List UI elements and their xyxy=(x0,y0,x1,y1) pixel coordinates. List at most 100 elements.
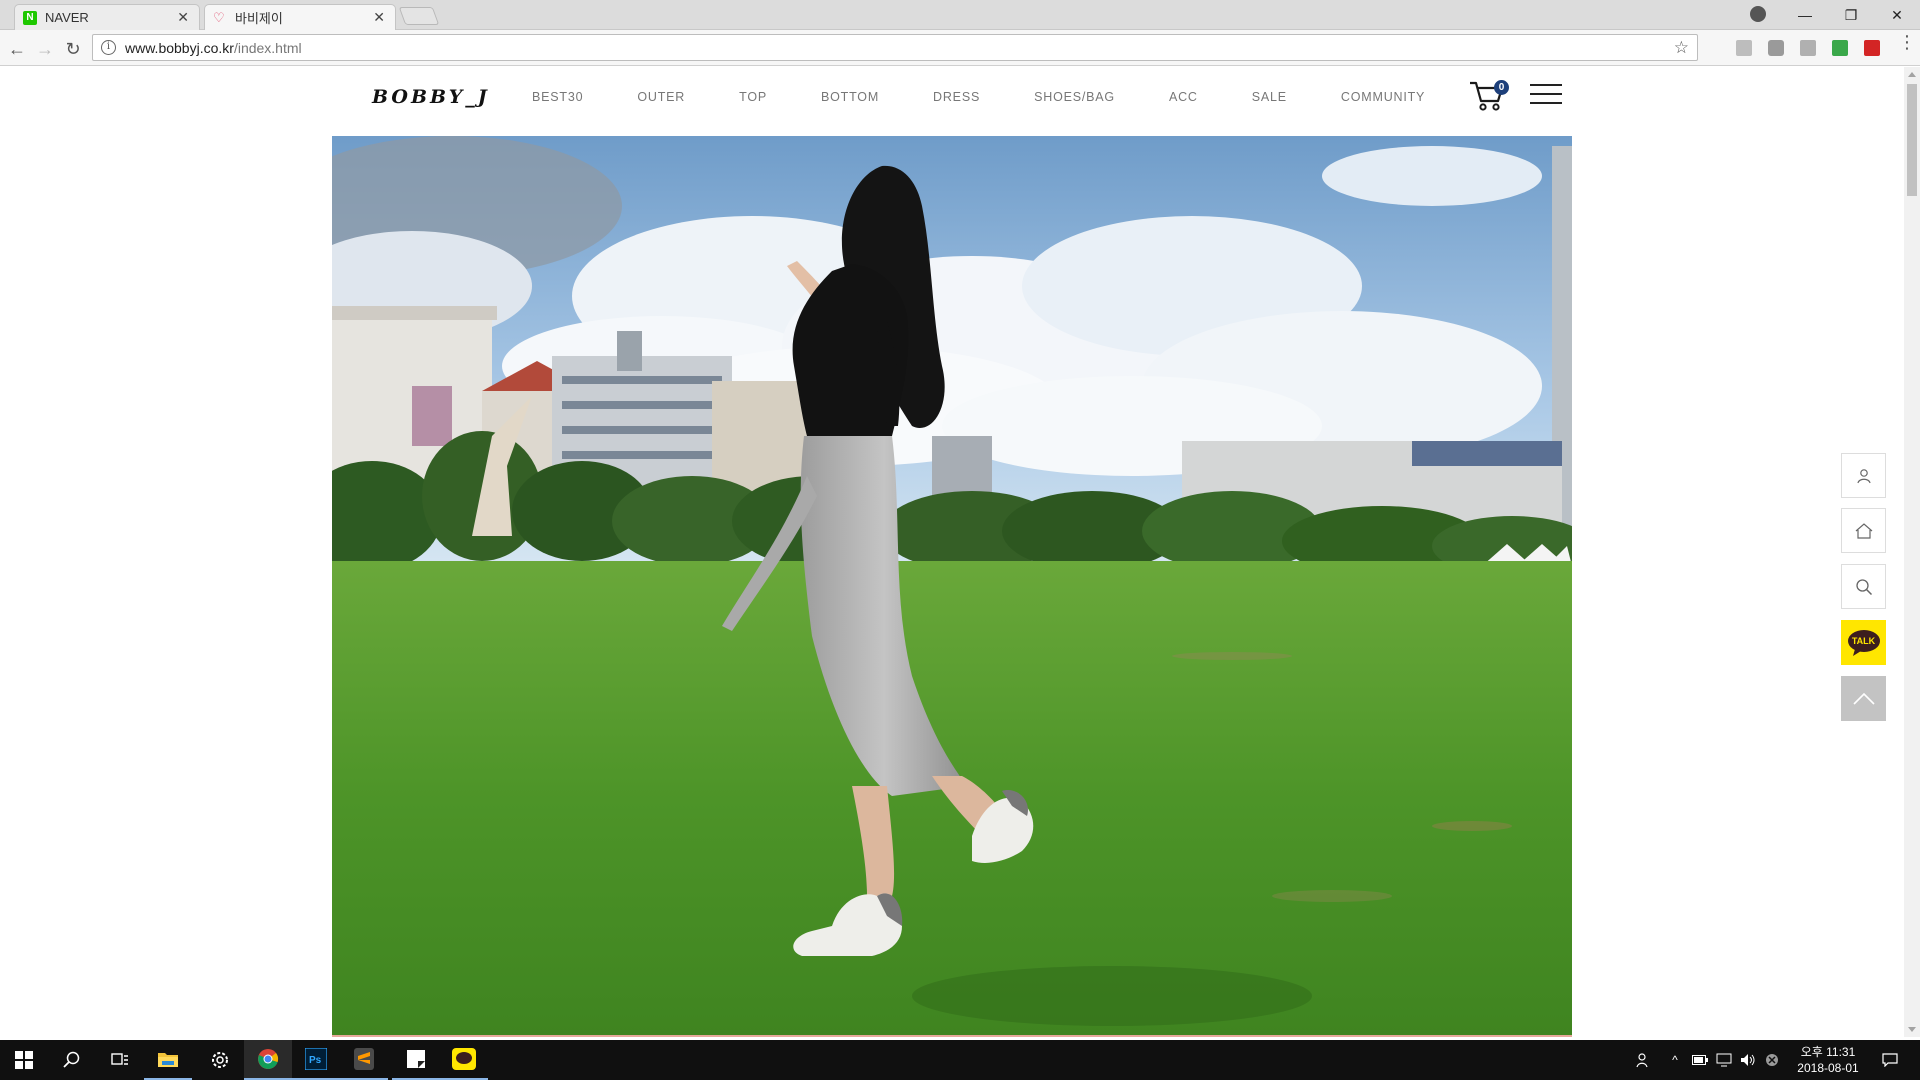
extension-icon[interactable] xyxy=(1832,40,1848,56)
taskbar-chrome[interactable] xyxy=(244,1040,292,1080)
tray-overflow-button[interactable]: ^ xyxy=(1664,1040,1686,1080)
site-logo[interactable]: BOBBY_J xyxy=(372,86,490,108)
search-icon xyxy=(63,1051,80,1068)
tab-bobbyj[interactable]: ♡ 바비제이 ✕ xyxy=(204,4,396,30)
taskbar-kakaotalk[interactable] xyxy=(440,1040,488,1080)
sticky-notes-icon xyxy=(407,1050,425,1068)
task-view-button[interactable] xyxy=(96,1040,144,1080)
nav-item-community[interactable]: COMMUNITY xyxy=(1341,90,1425,104)
nav-item-top[interactable]: TOP xyxy=(739,90,767,104)
back-arrow-icon: ← xyxy=(8,39,26,59)
hero-photo xyxy=(332,136,1572,1037)
taskbar-settings[interactable] xyxy=(196,1040,244,1080)
notification-icon xyxy=(1882,1053,1898,1067)
close-circle-icon xyxy=(1766,1054,1778,1066)
minimize-button[interactable]: — xyxy=(1782,0,1828,30)
quick-search-button[interactable] xyxy=(1841,564,1886,609)
battery-button[interactable] xyxy=(1688,1040,1712,1080)
heart-icon: ♡ xyxy=(213,9,225,25)
status-button[interactable] xyxy=(1760,1040,1784,1080)
people-icon xyxy=(1636,1053,1648,1068)
hamburger-line xyxy=(1530,84,1562,86)
close-icon[interactable]: ✕ xyxy=(177,9,189,26)
close-window-button[interactable]: ✕ xyxy=(1874,0,1920,30)
scroll-down-arrow-icon[interactable] xyxy=(1908,1027,1916,1032)
windows-start-icon xyxy=(15,1051,33,1069)
taskbar-file-explorer[interactable] xyxy=(144,1040,192,1080)
account-icon[interactable] xyxy=(1750,6,1766,22)
web-page: BOBBY_J BEST30 OUTER TOP BOTTOM DRESS SH… xyxy=(0,67,1920,1037)
minimize-icon: — xyxy=(1798,7,1812,23)
camera-extension-icon[interactable] xyxy=(1768,40,1784,56)
taskbar-sublime-text[interactable] xyxy=(340,1040,388,1080)
reload-icon: ↻ xyxy=(65,39,81,59)
nav-item-outer[interactable]: OUTER xyxy=(637,90,685,104)
page-scrollbar[interactable] xyxy=(1904,67,1920,1037)
people-button[interactable] xyxy=(1624,1040,1664,1080)
photoshop-icon: Ps xyxy=(305,1048,327,1070)
extension-icon[interactable] xyxy=(1736,40,1752,56)
home-icon xyxy=(1855,522,1872,539)
extension-icon[interactable] xyxy=(1800,40,1816,56)
windows-taskbar: Ps ^ 오후 11:31 2018-08-01 xyxy=(0,1040,1920,1080)
restore-icon: ❐ xyxy=(1844,6,1858,23)
hamburger-line xyxy=(1530,102,1562,104)
nav-item-bottom[interactable]: BOTTOM xyxy=(821,90,879,104)
hero-divider xyxy=(332,1035,1572,1037)
start-button[interactable] xyxy=(0,1040,48,1080)
search-icon xyxy=(1855,578,1872,595)
new-tab-button[interactable] xyxy=(398,7,440,25)
taskbar-sticky-notes[interactable] xyxy=(392,1040,440,1080)
restore-button[interactable]: ❐ xyxy=(1828,0,1874,30)
scroll-top-button[interactable] xyxy=(1841,676,1886,721)
address-bar[interactable]: i www.bobbyj.co.kr/index.html ☆ xyxy=(92,34,1698,61)
main-navigation: BEST30 OUTER TOP BOTTOM DRESS SHOES/BAG … xyxy=(532,90,1479,104)
chrome-icon xyxy=(258,1049,279,1069)
task-view-icon xyxy=(111,1053,128,1065)
nav-item-acc[interactable]: ACC xyxy=(1169,90,1198,104)
volume-icon xyxy=(1741,1054,1755,1066)
chevron-up-icon: ^ xyxy=(1672,1053,1678,1067)
nav-item-dress[interactable]: DRESS xyxy=(933,90,980,104)
taskbar-search-button[interactable] xyxy=(48,1040,96,1080)
hero-banner-image[interactable] xyxy=(332,136,1572,1037)
clock-time[interactable]: 오후 11:31 xyxy=(1788,1043,1868,1060)
battery-icon xyxy=(1692,1055,1708,1065)
talk-label: TALK xyxy=(1851,635,1876,646)
close-icon: ✕ xyxy=(1891,6,1903,23)
forward-button[interactable]: → xyxy=(34,38,56,60)
nav-item-sale[interactable]: SALE xyxy=(1252,90,1287,104)
clock-date[interactable]: 2018-08-01 xyxy=(1788,1061,1868,1075)
file-explorer-icon xyxy=(158,1053,178,1067)
nav-item-shoes-bag[interactable]: SHOES/BAG xyxy=(1034,90,1115,104)
nav-item-best30[interactable]: BEST30 xyxy=(532,90,583,104)
volume-button[interactable] xyxy=(1736,1040,1760,1080)
forward-arrow-icon: → xyxy=(36,39,54,59)
url-text[interactable]: www.bobbyj.co.kr/index.html xyxy=(125,40,302,56)
naver-icon: N xyxy=(23,10,37,25)
tab-title: NAVER xyxy=(45,10,89,25)
tab-naver[interactable]: N NAVER ✕ xyxy=(14,4,200,30)
quick-login-button[interactable] xyxy=(1841,453,1886,498)
cart-count-badge: 0 xyxy=(1494,80,1509,95)
info-icon[interactable]: i xyxy=(101,40,116,55)
scrollbar-thumb[interactable] xyxy=(1907,84,1917,196)
browser-toolbar: ← → ↻ i www.bobbyj.co.kr/index.html ☆ ⋮ xyxy=(0,30,1920,66)
action-center-button[interactable] xyxy=(1870,1040,1910,1080)
quick-home-button[interactable] xyxy=(1841,508,1886,553)
youtube-extension-icon[interactable] xyxy=(1864,40,1880,56)
menu-kebab-icon[interactable]: ⋮ xyxy=(1898,33,1916,51)
url-domain: www.bobbyj.co.kr xyxy=(125,40,234,56)
kakaotalk-icon xyxy=(452,1048,476,1070)
url-path: /index.html xyxy=(233,40,302,56)
back-button[interactable]: ← xyxy=(6,38,28,60)
network-button[interactable] xyxy=(1712,1040,1736,1080)
reload-button[interactable]: ↻ xyxy=(62,38,84,60)
bookmark-star-icon[interactable]: ☆ xyxy=(1674,38,1689,58)
close-icon[interactable]: ✕ xyxy=(373,9,385,26)
menu-button[interactable] xyxy=(1530,84,1562,106)
kakao-talk-button[interactable]: TALK xyxy=(1841,620,1886,665)
tab-title: 바비제이 xyxy=(235,11,283,26)
taskbar-photoshop[interactable]: Ps xyxy=(292,1040,340,1080)
scroll-up-arrow-icon[interactable] xyxy=(1908,72,1916,77)
